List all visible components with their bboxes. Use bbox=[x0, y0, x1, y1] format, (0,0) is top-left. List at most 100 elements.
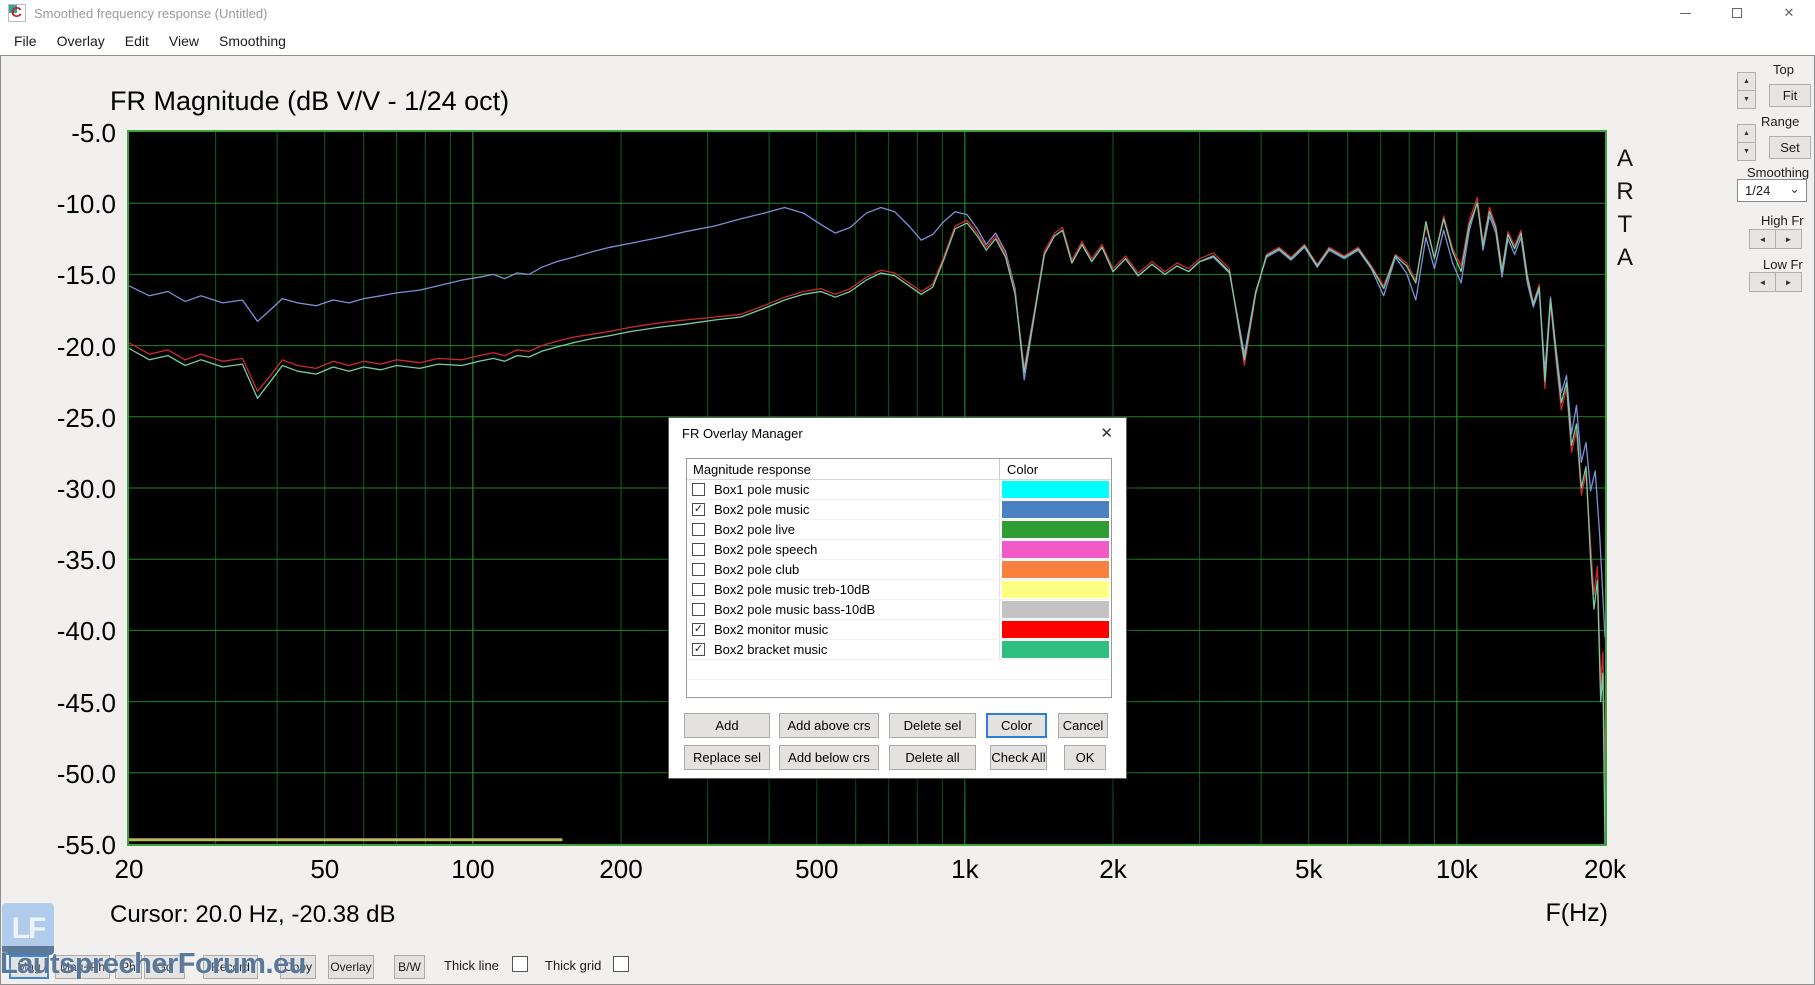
x-tick-label: 100 bbox=[423, 854, 523, 885]
copy-button[interactable]: Copy bbox=[280, 955, 316, 979]
overlay-row-checkbox[interactable] bbox=[692, 523, 705, 536]
right-control-panel: Top ▲ ▼ Fit Range ▲ ▼ Set Smoothing 1/24… bbox=[1725, 58, 1815, 308]
high-fr-right-button[interactable]: ► bbox=[1775, 229, 1802, 249]
low-fr-left-button[interactable]: ◄ bbox=[1749, 272, 1776, 292]
record-button[interactable]: Record bbox=[203, 955, 258, 979]
overlay-row-label: Box2 pole club bbox=[714, 562, 799, 577]
smoothing-select[interactable]: 1/24 ⌄ bbox=[1737, 179, 1807, 202]
brand-letter: A bbox=[1612, 142, 1638, 175]
overlay-row-color-swatch[interactable] bbox=[1002, 501, 1109, 518]
menu-item-file[interactable]: File bbox=[4, 33, 47, 49]
overlay-row-color-swatch[interactable] bbox=[1002, 541, 1109, 558]
overlay-row-color-cell bbox=[999, 600, 1111, 619]
menu-item-overlay[interactable]: Overlay bbox=[47, 33, 115, 49]
overlay-row-checkbox[interactable] bbox=[692, 563, 705, 576]
view-mag-button[interactable]: Mag bbox=[9, 955, 49, 979]
overlay-row-checkbox[interactable] bbox=[692, 583, 705, 596]
close-button[interactable]: ✕ bbox=[1763, 0, 1815, 26]
dialog-titlebar[interactable]: FR Overlay Manager ✕ bbox=[669, 418, 1126, 449]
cancel-button[interactable]: Cancel bbox=[1058, 713, 1108, 738]
overlay-row-color-cell bbox=[999, 540, 1111, 559]
add-button[interactable]: Add bbox=[684, 713, 770, 738]
overlay-row-color-cell bbox=[999, 580, 1111, 599]
brand-letter: R bbox=[1612, 175, 1638, 208]
menu-item-edit[interactable]: Edit bbox=[115, 33, 159, 49]
overlay-list-row[interactable]: Box2 pole club bbox=[687, 560, 1111, 580]
dialog-close-icon[interactable]: ✕ bbox=[1100, 424, 1113, 442]
overlay-row-color-swatch[interactable] bbox=[1002, 621, 1109, 638]
top-down-button[interactable]: ▼ bbox=[1737, 90, 1756, 109]
overlay-row-label: Box2 pole music bass-10dB bbox=[714, 602, 875, 617]
y-tick-label: -45.0 bbox=[0, 688, 116, 719]
y-tick-label: -5.0 bbox=[0, 118, 116, 149]
set-button[interactable]: Set bbox=[1769, 136, 1811, 159]
delete-sel-button[interactable]: Delete sel bbox=[889, 713, 976, 738]
overlay-list-row[interactable]: Box2 pole live bbox=[687, 520, 1111, 540]
overlay-row-name-cell: Box1 pole music bbox=[687, 480, 999, 499]
top-up-button[interactable]: ▲ bbox=[1737, 72, 1756, 91]
menu-item-view[interactable]: View bbox=[159, 33, 209, 49]
thick-line-checkbox[interactable] bbox=[512, 956, 528, 972]
replace-sel-button[interactable]: Replace sel bbox=[684, 745, 770, 770]
overlay-list-row[interactable]: Box2 pole music bass-10dB bbox=[687, 600, 1111, 620]
maximize-icon bbox=[1732, 8, 1742, 18]
color-button[interactable]: Color bbox=[986, 713, 1047, 738]
window-title: Smoothed frequency response (Untitled) bbox=[34, 6, 267, 21]
x-tick-label: 20 bbox=[79, 854, 179, 885]
overlay-row-color-swatch[interactable] bbox=[1002, 481, 1109, 498]
overlay-row-checkbox[interactable]: ✓ bbox=[692, 643, 705, 656]
check-all-button[interactable]: Check All bbox=[990, 745, 1047, 770]
minimize-button[interactable] bbox=[1659, 0, 1711, 26]
y-tick-label: -20.0 bbox=[0, 332, 116, 363]
thick-grid-checkbox[interactable] bbox=[613, 956, 629, 972]
overlay-row-color-swatch[interactable] bbox=[1002, 641, 1109, 658]
smoothing-value: 1/24 bbox=[1745, 183, 1770, 198]
overlay-row-checkbox[interactable]: ✓ bbox=[692, 503, 705, 516]
overlay-row-color-cell bbox=[999, 500, 1111, 519]
overlay-list-row[interactable]: ✓Box2 monitor music bbox=[687, 620, 1111, 640]
ok-button[interactable]: OK bbox=[1064, 745, 1106, 770]
overlay-row-color-swatch[interactable] bbox=[1002, 581, 1109, 598]
view-mag-ph-button[interactable]: Mag+Ph bbox=[55, 955, 110, 979]
y-tick-label: -15.0 bbox=[0, 260, 116, 291]
overlay-row-name-cell: ✓Box2 pole music bbox=[687, 500, 999, 519]
overlay-button[interactable]: Overlay bbox=[328, 955, 374, 979]
menu-item-smoothing[interactable]: Smoothing bbox=[209, 33, 296, 49]
overlay-row-name-cell: Box2 pole speech bbox=[687, 540, 999, 559]
title-bar: C Smoothed frequency response (Untitled)… bbox=[0, 0, 1815, 26]
overlay-row-checkbox[interactable]: ✓ bbox=[692, 623, 705, 636]
range-up-button[interactable]: ▲ bbox=[1737, 124, 1756, 143]
overlay-row-checkbox[interactable] bbox=[692, 603, 705, 616]
arta-watermark-label: ARTA bbox=[1612, 142, 1638, 274]
delete-all-button[interactable]: Delete all bbox=[889, 745, 976, 770]
overlay-row-color-swatch[interactable] bbox=[1002, 561, 1109, 578]
overlay-list-empty-row bbox=[687, 660, 1111, 680]
overlay-row-color-swatch[interactable] bbox=[1002, 521, 1109, 538]
overlay-row-color-cell bbox=[999, 640, 1111, 659]
overlay-list-row[interactable]: ✓Box2 pole music bbox=[687, 500, 1111, 520]
add-above-crs-button[interactable]: Add above crs bbox=[779, 713, 879, 738]
range-down-button[interactable]: ▼ bbox=[1737, 142, 1756, 161]
view-gd-button[interactable]: Gd bbox=[144, 955, 185, 979]
smoothing-label: Smoothing bbox=[1747, 165, 1809, 180]
low-fr-right-button[interactable]: ► bbox=[1775, 272, 1802, 292]
overlay-list-row[interactable]: Box2 pole music treb-10dB bbox=[687, 580, 1111, 600]
x-tick-label: 2k bbox=[1063, 854, 1163, 885]
view-ph-button[interactable]: Ph bbox=[115, 955, 142, 979]
overlay-list-header: Magnitude responseColor bbox=[687, 459, 1111, 480]
menu-bar: FileOverlayEditViewSmoothing bbox=[0, 26, 1815, 55]
bw-button[interactable]: B/W bbox=[394, 955, 425, 979]
high-fr-left-button[interactable]: ◄ bbox=[1749, 229, 1776, 249]
overlay-row-color-swatch[interactable] bbox=[1002, 601, 1109, 618]
add-below-crs-button[interactable]: Add below crs bbox=[779, 745, 879, 770]
maximize-button[interactable] bbox=[1711, 0, 1763, 26]
overlay-row-checkbox[interactable] bbox=[692, 483, 705, 496]
fit-button[interactable]: Fit bbox=[1769, 84, 1811, 107]
y-tick-label: -50.0 bbox=[0, 759, 116, 790]
overlay-row-checkbox[interactable] bbox=[692, 543, 705, 556]
overlay-list-row[interactable]: Box1 pole music bbox=[687, 480, 1111, 500]
top-label: Top bbox=[1773, 62, 1794, 77]
overlay-list-row[interactable]: Box2 pole speech bbox=[687, 540, 1111, 560]
overlay-header-name-text: Magnitude response bbox=[687, 462, 811, 477]
overlay-list-row[interactable]: ✓Box2 bracket music bbox=[687, 640, 1111, 660]
